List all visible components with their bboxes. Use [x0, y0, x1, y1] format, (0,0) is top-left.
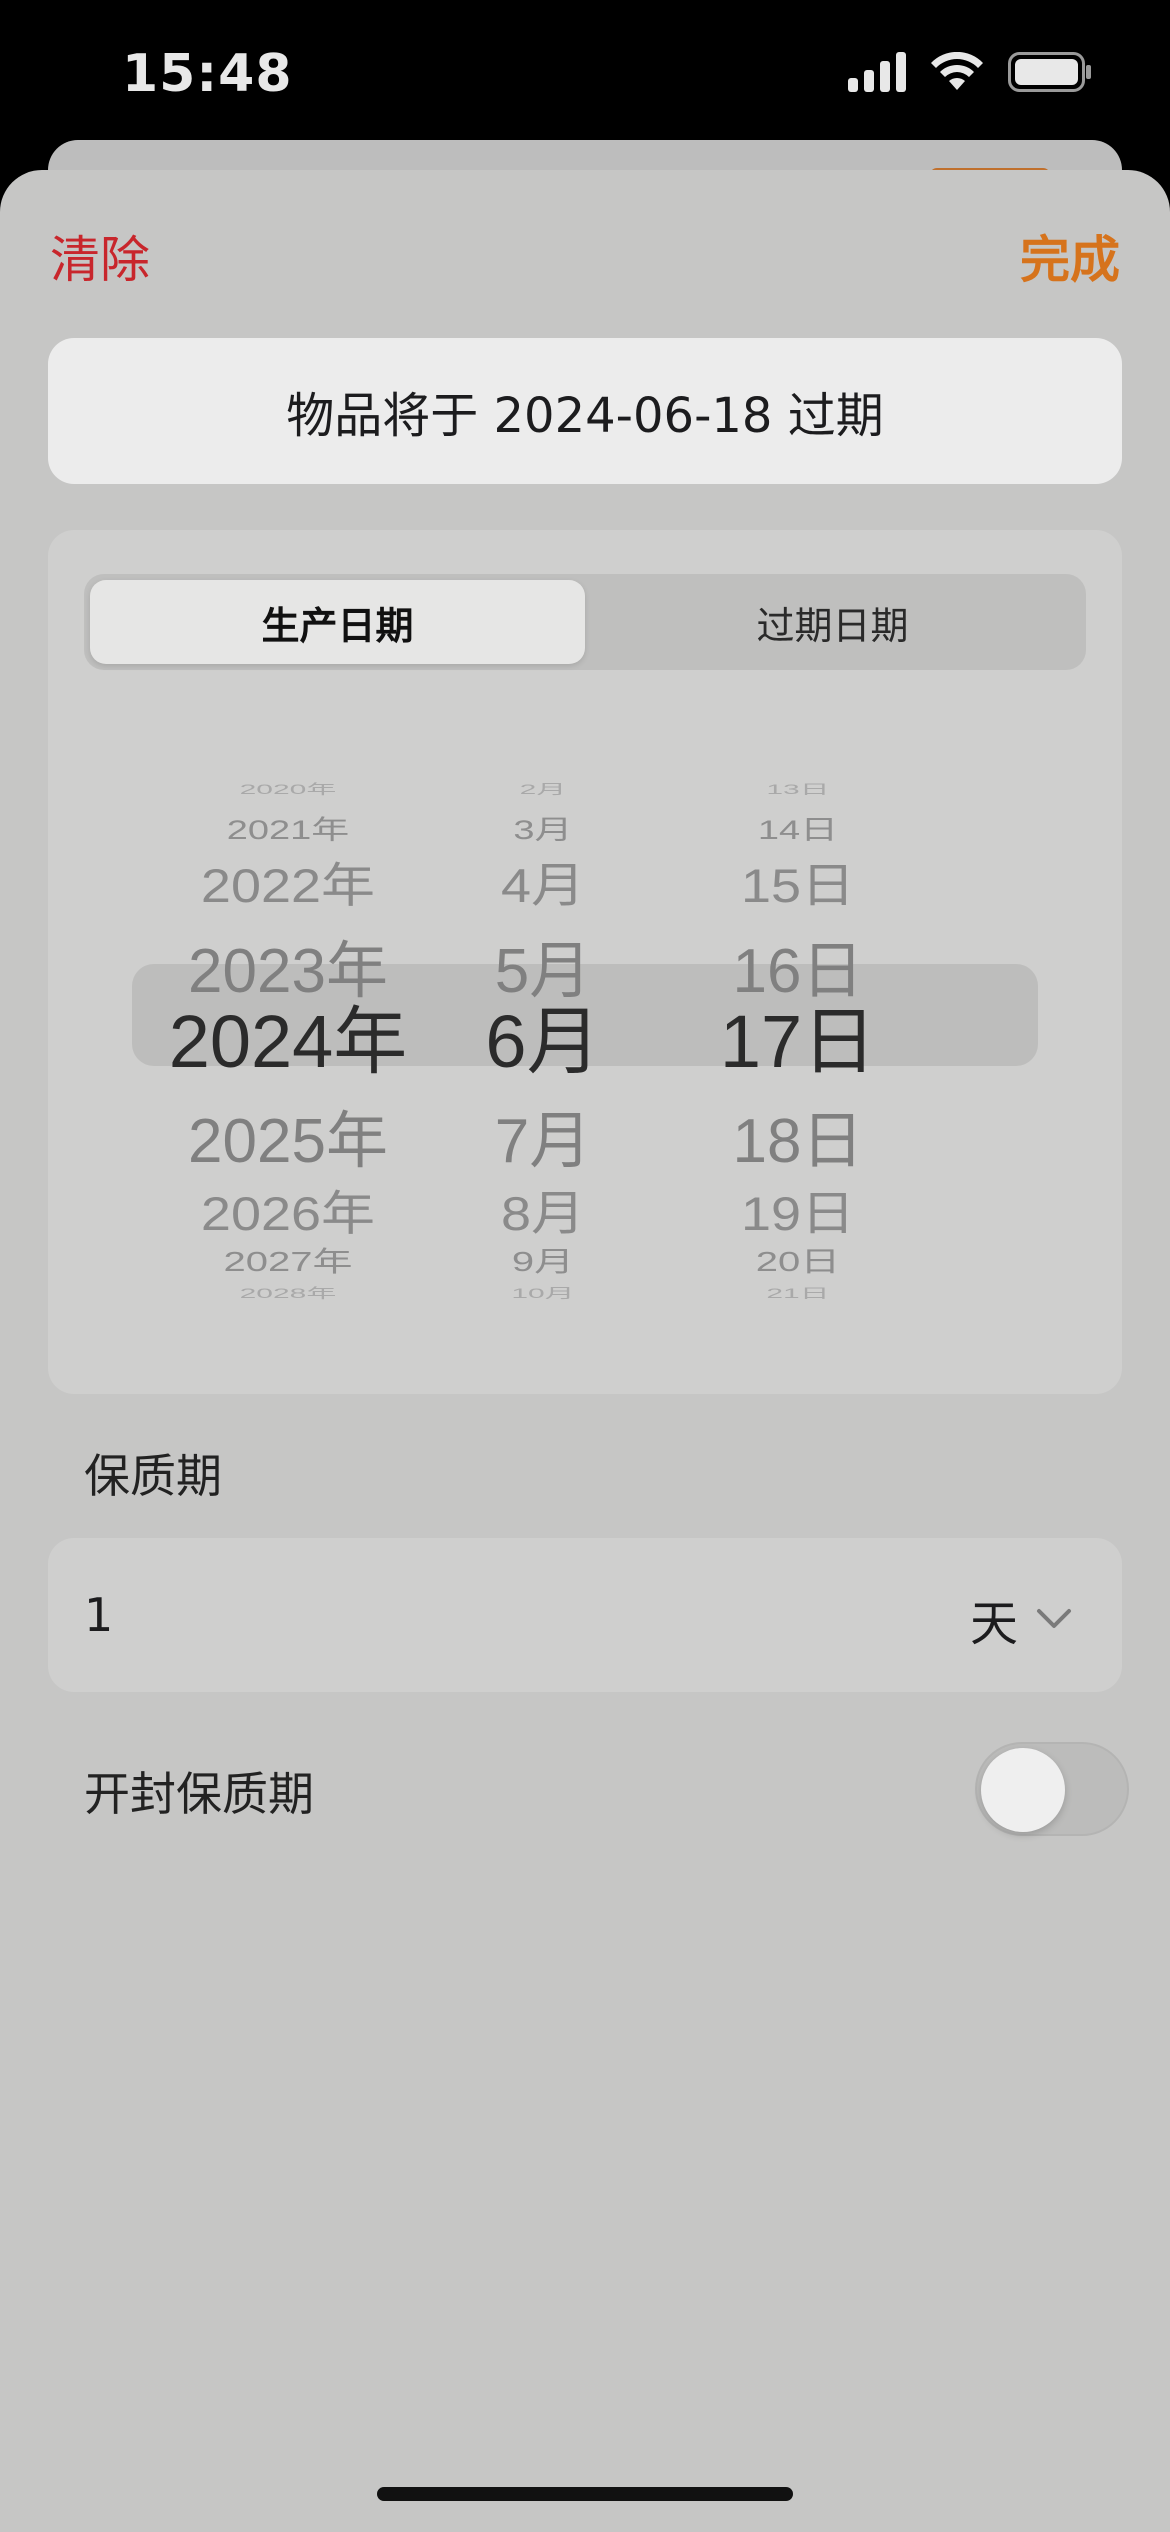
status-icons — [848, 52, 1092, 92]
month-option[interactable]: 10月 — [468, 1282, 618, 1302]
chevron-down-icon — [1037, 1609, 1071, 1628]
shelf-life-unit-label: 天 — [969, 1596, 1018, 1652]
shelf-life-label: 保质期 — [84, 1449, 222, 1503]
day-option[interactable]: 18日 — [688, 1090, 908, 1180]
day-option[interactable]: 21日 — [688, 1282, 908, 1302]
date-picker-card: 生产日期 过期日期 2020年 2021年 2022年 2023年 2024年 … — [48, 530, 1122, 1394]
year-option-selected[interactable]: 2024年 — [158, 982, 418, 1089]
day-option[interactable]: 14日 — [688, 808, 908, 847]
cellular-signal-icon — [848, 52, 906, 92]
month-option[interactable]: 2月 — [468, 778, 618, 798]
year-option[interactable]: 2028年 — [158, 1282, 418, 1302]
segment-expiry-date[interactable]: 过期日期 — [585, 580, 1080, 664]
clear-button[interactable]: 清除 — [50, 220, 150, 292]
opened-shelf-life-toggle[interactable] — [975, 1742, 1129, 1836]
date-type-segmented-control: 生产日期 过期日期 — [84, 574, 1086, 670]
segment-production-date[interactable]: 生产日期 — [90, 580, 585, 664]
year-option[interactable]: 2026年 — [158, 1175, 418, 1245]
expiry-message: 物品将于 2024-06-18 过期 — [48, 338, 1122, 484]
year-option[interactable]: 2020年 — [158, 778, 418, 798]
date-sheet: 清除 完成 物品将于 2024-06-18 过期 生产日期 过期日期 2020年… — [0, 170, 1170, 2532]
wifi-icon — [931, 52, 983, 90]
month-option[interactable]: 3月 — [468, 808, 618, 847]
month-option[interactable]: 8月 — [468, 1175, 618, 1245]
month-option[interactable]: 4月 — [468, 847, 618, 917]
shelf-life-input[interactable]: 1 — [84, 1588, 113, 1642]
month-option-selected[interactable]: 6月 — [468, 982, 618, 1089]
year-option[interactable]: 2025年 — [158, 1090, 418, 1180]
year-option[interactable]: 2022年 — [158, 847, 418, 917]
month-option[interactable]: 7月 — [468, 1090, 618, 1180]
status-time: 15:48 — [122, 44, 293, 104]
day-option[interactable]: 20日 — [688, 1239, 908, 1280]
year-wheel[interactable]: 2020年 2021年 2022年 2023年 2024年 2025年 2026… — [158, 760, 418, 1320]
day-option-selected[interactable]: 17日 — [688, 982, 908, 1089]
year-option[interactable]: 2021年 — [158, 808, 418, 847]
day-wheel[interactable]: 13日 14日 15日 16日 17日 18日 19日 20日 21日 — [688, 760, 908, 1320]
toggle-knob — [981, 1748, 1065, 1832]
home-indicator — [377, 2487, 793, 2501]
day-option[interactable]: 13日 — [688, 778, 908, 798]
day-option[interactable]: 19日 — [688, 1175, 908, 1245]
year-option[interactable]: 2027年 — [158, 1239, 418, 1280]
month-wheel[interactable]: 2月 3月 4月 5月 6月 7月 8月 9月 10月 — [468, 760, 618, 1320]
opened-shelf-life-label: 开封保质期 — [84, 1767, 314, 1821]
battery-icon — [1008, 52, 1091, 92]
status-bar: 15:48 — [0, 0, 1170, 150]
month-option[interactable]: 9月 — [468, 1239, 618, 1280]
day-option[interactable]: 15日 — [688, 847, 908, 917]
shelf-life-row: 1 天 — [48, 1538, 1122, 1692]
date-wheel-picker[interactable]: 2020年 2021年 2022年 2023年 2024年 2025年 2026… — [48, 760, 1122, 1320]
shelf-life-unit-select[interactable]: 天 — [970, 1584, 1072, 1654]
done-button[interactable]: 完成 — [1020, 220, 1120, 292]
